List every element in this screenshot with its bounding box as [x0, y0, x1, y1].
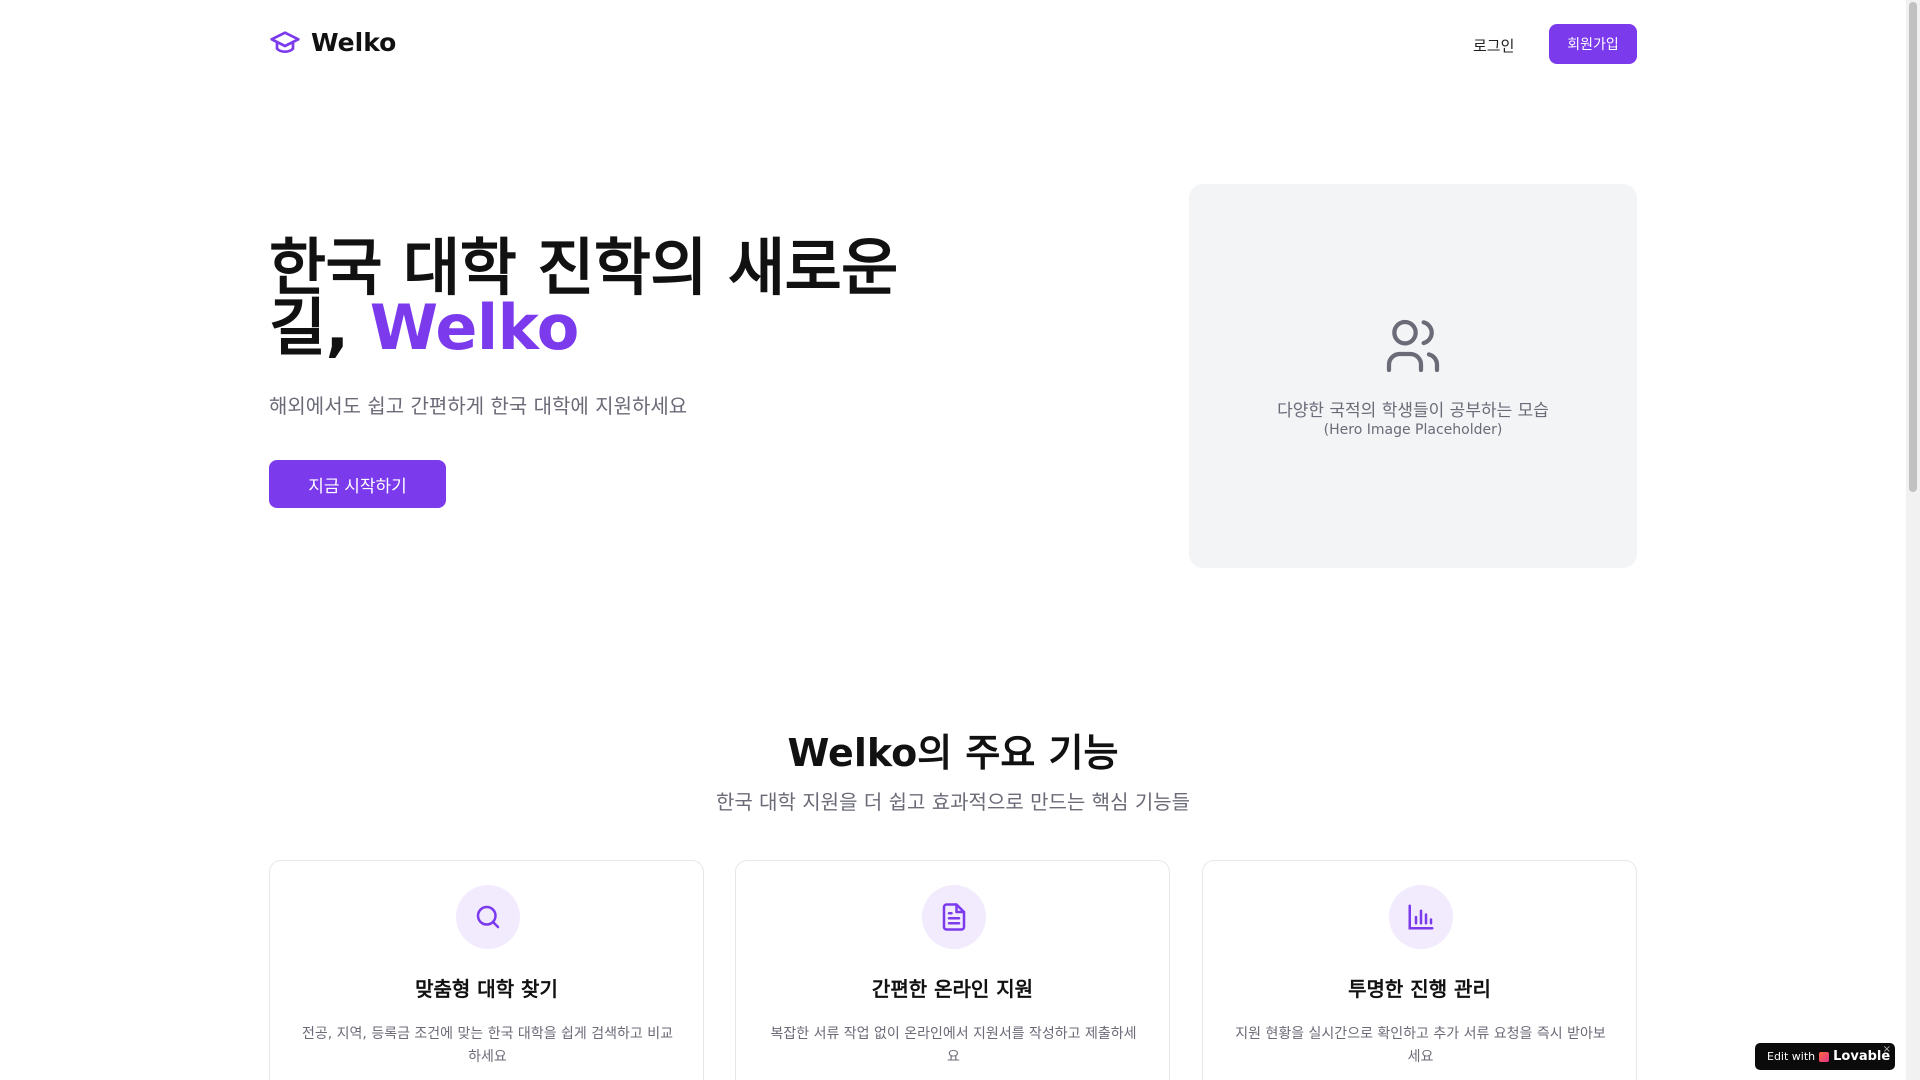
features-title: Welko의 주요 기능 — [787, 731, 1119, 775]
lovable-logo-icon — [1819, 1051, 1830, 1062]
feature-card-apply: 간편한 온라인 지원 복잡한 서류 작업 없이 온라인에서 지원서를 작성하고 … — [735, 860, 1170, 1080]
login-link[interactable]: 로그인 — [1473, 35, 1514, 56]
hero-subtitle: 해외에서도 쉽고 간편하게 한국 대학에 지원하세요 — [269, 394, 688, 418]
logo[interactable]: Welko — [269, 26, 396, 58]
search-icon — [476, 905, 500, 929]
feature-icon-circle — [456, 885, 520, 949]
hero-title-main: 한국 대학 진학의 새로운 길, — [269, 231, 898, 364]
feature-title: 투명한 진행 관리 — [1348, 977, 1491, 1001]
hero-image-caption: 다양한 국적의 학생들이 공부하는 모습 — [1277, 401, 1549, 421]
vertical-scrollbar[interactable] — [1906, 0, 1920, 1080]
document-icon — [942, 903, 966, 931]
feature-title: 간편한 온라인 지원 — [871, 977, 1034, 1001]
feature-card-search: 맞춤형 대학 찾기 전공, 지역, 등록금 조건에 맞는 한국 대학을 쉽게 검… — [269, 860, 704, 1080]
feature-description: 전공, 지역, 등록금 조건에 맞는 한국 대학을 쉽게 검색하고 비교하세요 — [302, 1026, 673, 1065]
signup-button[interactable]: 회원가입 — [1549, 24, 1637, 64]
feature-icon-circle — [922, 885, 986, 949]
hero-title-accent: Welko — [369, 291, 580, 364]
start-now-button[interactable]: 지금 시작하기 — [269, 460, 446, 508]
feature-icon-circle — [1389, 885, 1453, 949]
hero-image-placeholder: 다양한 국적의 학생들이 공부하는 모습 (Hero Image Placeho… — [1189, 184, 1637, 568]
graduation-cap-icon — [270, 31, 300, 53]
scrollbar-thumb[interactable] — [1909, 2, 1917, 492]
edit-with-lovable-badge[interactable]: Edit with Lovable × — [1755, 1043, 1895, 1070]
bar-chart-icon — [1408, 904, 1434, 930]
features-subtitle: 한국 대학 지원을 더 쉽고 효과적으로 만드는 핵심 기능들 — [715, 790, 1191, 814]
feature-title: 맞춤형 대학 찾기 — [415, 977, 558, 1001]
users-icon — [1386, 319, 1440, 373]
hero-image-placeholder-label: (Hero Image Placeholder) — [1323, 422, 1503, 438]
feature-description: 지원 현황을 실시간으로 확인하고 추가 서류 요청을 즉시 받아보세요 — [1235, 1026, 1606, 1065]
feature-card-progress: 투명한 진행 관리 지원 현황을 실시간으로 확인하고 추가 서류 요청을 즉시… — [1202, 860, 1637, 1080]
close-icon[interactable]: × — [1883, 1044, 1891, 1055]
badge-prefix: Edit with — [1767, 1050, 1816, 1063]
feature-description: 복잡한 서류 작업 없이 온라인에서 지원서를 작성하고 제출하세요 — [770, 1026, 1137, 1065]
logo-text: Welko — [311, 27, 397, 57]
hero-title: 한국 대학 진학의 새로운 길, Welko — [269, 237, 909, 359]
site-header: Welko 로그인 회원가입 — [269, 24, 1637, 64]
